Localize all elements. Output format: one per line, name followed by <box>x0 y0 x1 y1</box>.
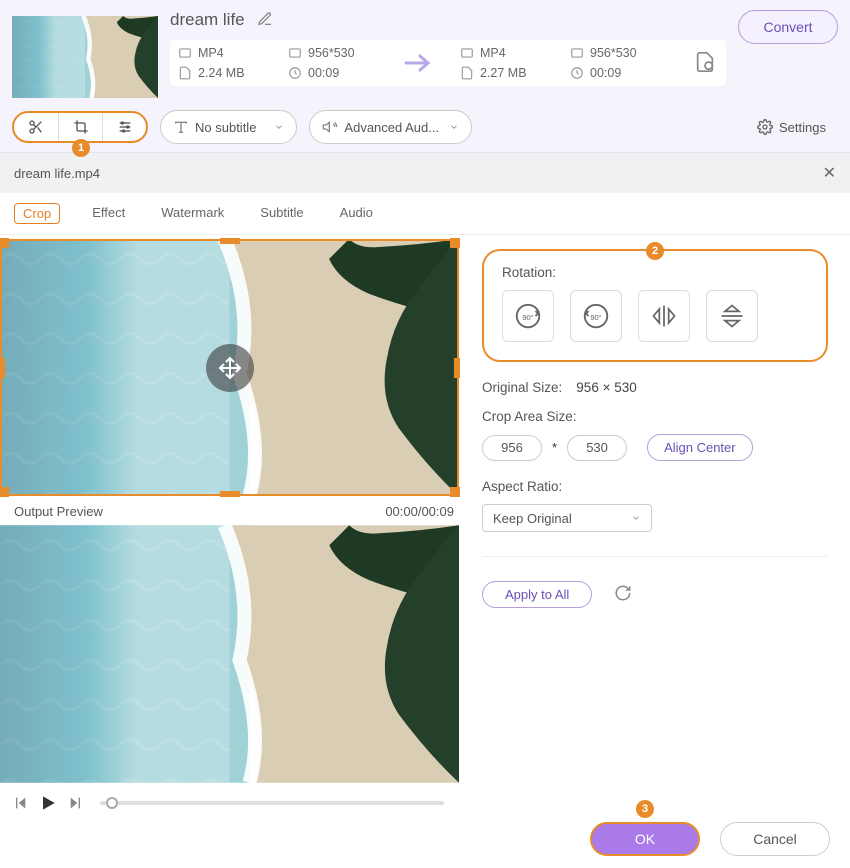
settings-button[interactable]: Settings <box>745 119 838 135</box>
crop-preview[interactable] <box>0 239 459 496</box>
move-icon[interactable] <box>206 344 254 392</box>
edit-tools-group: 1 <box>12 111 148 143</box>
rotate-ccw-button[interactable]: 90° <box>570 290 622 342</box>
top-panel: dream life MP4 2.24 MB 956*530 00:09 <box>0 0 850 153</box>
flip-vertical-button[interactable] <box>706 290 758 342</box>
tab-effect[interactable]: Effect <box>88 203 129 224</box>
align-center-button[interactable]: Align Center <box>647 434 753 461</box>
cancel-button[interactable]: Cancel <box>720 822 830 856</box>
ok-button[interactable]: OK <box>590 822 700 856</box>
crop-icon[interactable] <box>58 113 102 141</box>
advanced-audio-dropdown[interactable]: Advanced Aud... <box>309 110 472 144</box>
output-settings-icon[interactable] <box>694 51 716 76</box>
crop-width-input[interactable] <box>482 435 542 461</box>
arrow-right-icon <box>398 52 440 74</box>
output-preview <box>0 525 459 783</box>
source-thumbnail[interactable] <box>12 10 158 104</box>
tab-subtitle[interactable]: Subtitle <box>256 203 307 224</box>
crop-height-input[interactable] <box>567 435 627 461</box>
file-info-box: MP4 2.24 MB 956*530 00:09 MP4 2.27 MB 95… <box>170 40 726 86</box>
adjust-icon[interactable] <box>102 113 146 141</box>
aspect-ratio-label: Aspect Ratio: <box>482 479 828 494</box>
crop-area-label: Crop Area Size: <box>482 409 828 424</box>
subtitle-dropdown[interactable]: No subtitle <box>160 110 297 144</box>
tab-crop[interactable]: Crop <box>14 203 60 224</box>
step-badge-2: 2 <box>646 242 664 260</box>
edit-title-icon[interactable] <box>257 11 273 30</box>
play-icon[interactable] <box>36 791 60 815</box>
svg-text:90°: 90° <box>522 313 533 322</box>
next-frame-icon[interactable] <box>64 791 88 815</box>
original-size-value: 956 × 530 <box>576 380 636 395</box>
rotation-panel: 2 Rotation: 90° 90° <box>482 249 828 362</box>
original-size-label: Original Size: <box>482 380 562 395</box>
prev-frame-icon[interactable] <box>8 791 32 815</box>
timeline-slider[interactable] <box>100 801 444 805</box>
editor-filename: dream life.mp4 <box>14 166 100 181</box>
svg-text:90°: 90° <box>590 313 601 322</box>
aspect-ratio-dropdown[interactable]: Keep Original <box>482 504 652 532</box>
close-icon[interactable]: ✕ <box>823 163 836 183</box>
step-badge-1: 1 <box>72 139 90 157</box>
flip-horizontal-button[interactable] <box>638 290 690 342</box>
tab-row: Crop Effect Watermark Subtitle Audio <box>0 193 850 235</box>
apply-to-all-button[interactable]: Apply to All <box>482 581 592 608</box>
reset-icon[interactable] <box>614 584 632 605</box>
file-title: dream life <box>170 10 245 30</box>
tab-watermark[interactable]: Watermark <box>157 203 228 224</box>
preview-time: 00:00/00:09 <box>385 504 454 519</box>
tab-audio[interactable]: Audio <box>336 203 377 224</box>
convert-button[interactable]: Convert <box>738 10 838 44</box>
output-preview-label: Output Preview <box>14 504 103 519</box>
rotate-cw-button[interactable]: 90° <box>502 290 554 342</box>
trim-icon[interactable] <box>14 113 58 141</box>
step-badge-3: 3 <box>636 800 654 818</box>
editor-title-bar: dream life.mp4 ✕ <box>0 153 850 193</box>
